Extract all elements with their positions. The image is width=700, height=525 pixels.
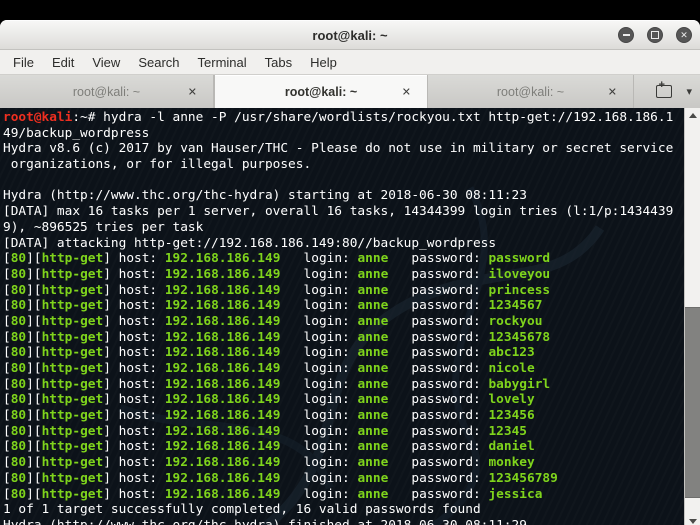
scrollbar-thumb[interactable] [685,307,700,498]
terminal-line: [80][http-get] host: 192.168.186.149 log… [3,314,685,330]
terminal-line: [80][http-get] host: 192.168.186.149 log… [3,361,685,377]
menu-edit[interactable]: Edit [43,53,83,72]
terminal-line: [80][http-get] host: 192.168.186.149 log… [3,424,685,440]
minimize-icon [623,34,630,36]
window-title: root@kali: ~ [312,28,387,43]
terminal-output: root@kali:~# hydra -l anne -P /usr/share… [0,108,685,525]
terminal-line: [80][http-get] host: 192.168.186.149 log… [3,487,685,503]
tab-controls: ▾ [634,75,700,108]
terminal-line: 1 of 1 target successfully completed, 16… [3,502,685,518]
titlebar: root@kali: ~ ✕ [0,20,700,50]
tab-label: root@kali: ~ [73,85,140,99]
terminal-line: [80][http-get] host: 192.168.186.149 log… [3,330,685,346]
terminal-line: [80][http-get] host: 192.168.186.149 log… [3,471,685,487]
scroll-up-button[interactable] [685,108,700,122]
tab-1[interactable]: root@kali: ~ ✕ [0,75,214,108]
tab-bar: root@kali: ~✕root@kali: ~✕root@kali: ~✕ … [0,75,700,108]
menu-bar: FileEditViewSearchTerminalTabsHelp [0,50,700,75]
close-icon: ✕ [680,31,688,40]
terminal-line: Hydra v8.6 (c) 2017 by van Hauser/THC - … [3,141,685,157]
terminal-line [3,173,685,189]
terminal-line: Hydra (http://www.thc.org/thc-hydra) sta… [3,188,685,204]
terminal-line: 9), ~896525 tries per task [3,220,685,236]
terminal-line: [80][http-get] host: 192.168.186.149 log… [3,251,685,267]
terminal-line: [80][http-get] host: 192.168.186.149 log… [3,267,685,283]
terminal-window: root@kali: ~ ✕ FileEditViewSearchTermina… [0,20,700,525]
menu-file[interactable]: File [4,53,43,72]
menu-terminal[interactable]: Terminal [189,53,256,72]
terminal-line: [80][http-get] host: 192.168.186.149 log… [3,455,685,471]
menu-search[interactable]: Search [129,53,188,72]
tab-close-icon[interactable]: ✕ [402,85,411,98]
window-buttons: ✕ [618,21,692,49]
menu-help[interactable]: Help [301,53,346,72]
terminal-line: [80][http-get] host: 192.168.186.149 log… [3,377,685,393]
scroll-up-icon [689,113,697,118]
tab-list-dropdown-icon[interactable]: ▾ [686,85,692,98]
tab-3[interactable]: root@kali: ~ ✕ [428,75,634,108]
menu-tabs[interactable]: Tabs [256,53,301,72]
menu-view[interactable]: View [83,53,129,72]
terminal-line: [80][http-get] host: 192.168.186.149 log… [3,283,685,299]
scrollbar[interactable] [684,108,700,525]
tab-close-icon[interactable]: ✕ [188,85,197,98]
terminal-line: [80][http-get] host: 192.168.186.149 log… [3,439,685,455]
terminal-line: root@kali:~# hydra -l anne -P /usr/share… [3,110,685,126]
terminal-line: [80][http-get] host: 192.168.186.149 log… [3,298,685,314]
new-tab-icon[interactable] [656,85,672,98]
tab-label: root@kali: ~ [497,85,564,99]
terminal-line: organizations, or for illegal purposes. [3,157,685,173]
terminal-line: Hydra (http://www.thc.org/thc-hydra) fin… [3,518,685,525]
terminal-screen[interactable]: root@kali:~# hydra -l anne -P /usr/share… [0,108,700,525]
terminal-line: [80][http-get] host: 192.168.186.149 log… [3,345,685,361]
terminal-line: 49/backup_wordpress [3,126,685,142]
scroll-down-button[interactable] [685,514,700,525]
tab-label: root@kali: ~ [285,85,357,99]
close-button[interactable]: ✕ [676,27,692,43]
terminal-line: [80][http-get] host: 192.168.186.149 log… [3,392,685,408]
scroll-down-icon [689,519,697,524]
maximize-icon [651,31,659,39]
desktop-background: root@kali: ~ ✕ FileEditViewSearchTermina… [0,0,700,525]
tab-close-icon[interactable]: ✕ [608,85,617,98]
tab-2-active[interactable]: root@kali: ~ ✕ [214,75,428,108]
terminal-line: [80][http-get] host: 192.168.186.149 log… [3,408,685,424]
terminal-line: [DATA] max 16 tasks per 1 server, overal… [3,204,685,220]
minimize-button[interactable] [618,27,634,43]
maximize-button[interactable] [647,27,663,43]
terminal-line: [DATA] attacking http-get://192.168.186.… [3,236,685,252]
